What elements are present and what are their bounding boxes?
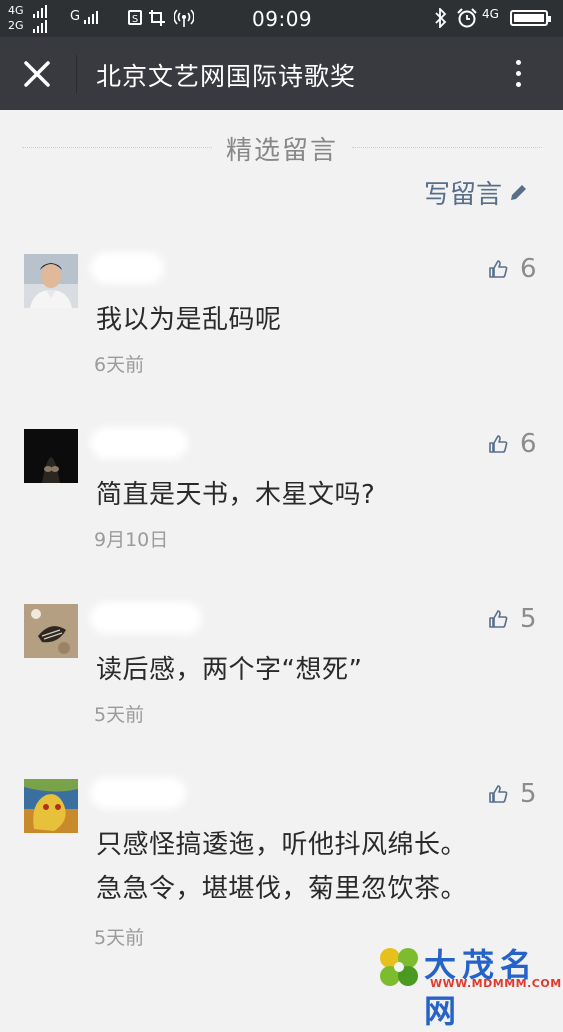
comment-date: 6天前 xyxy=(94,354,145,376)
page-title: 北京文艺网国际诗歌奖 xyxy=(96,62,357,91)
like-button[interactable]: 6 xyxy=(488,429,537,459)
comment-date: 5天前 xyxy=(94,704,145,726)
thumbs-up-icon xyxy=(489,785,508,803)
comment-text: 简直是天书，木星文吗? xyxy=(96,480,376,510)
username-redacted xyxy=(96,606,196,630)
comment-text: 我以为是乱码呢 xyxy=(96,305,282,335)
like-button[interactable]: 6 xyxy=(488,254,537,284)
comment-text: 读后感，两个字“想死” xyxy=(96,655,363,685)
hotspot-icon xyxy=(174,9,194,27)
sim-icon: S xyxy=(128,10,142,25)
like-button[interactable]: 5 xyxy=(488,779,537,809)
like-button[interactable]: 5 xyxy=(488,604,537,634)
close-button[interactable] xyxy=(18,55,56,93)
avatar[interactable] xyxy=(24,779,78,833)
like-count: 5 xyxy=(520,779,537,809)
battery-icon xyxy=(510,10,551,26)
username-redacted xyxy=(96,781,196,805)
watermark-url: WWW.MDMMM.COM xyxy=(430,977,562,990)
pencil-icon xyxy=(511,184,527,200)
title-bar: 北京文艺网国际诗歌奖 xyxy=(0,37,563,110)
signal-icon xyxy=(33,19,47,33)
comment-date: 5天前 xyxy=(94,927,145,949)
clover-logo-icon xyxy=(380,948,418,986)
section-header: 精选留言 xyxy=(22,130,542,167)
section-title: 精选留言 xyxy=(22,130,542,167)
avatar[interactable] xyxy=(24,604,78,658)
title-divider xyxy=(76,55,77,93)
signal-icon xyxy=(84,10,98,24)
more-options-button[interactable] xyxy=(506,57,530,93)
close-icon xyxy=(24,61,50,87)
network-type-label: 4G 2G xyxy=(8,4,24,32)
signal-icon xyxy=(33,4,47,18)
like-count: 5 xyxy=(520,604,537,634)
more-vertical-icon xyxy=(506,60,530,87)
bluetooth-icon xyxy=(435,8,447,28)
comment-text: 只感怪搞逶迤，听他抖风绵长。 急急令，堪堪伐，菊里忽饮茶。 xyxy=(96,830,468,904)
screenshot-icon xyxy=(149,10,165,26)
like-count: 6 xyxy=(520,254,537,284)
avatar[interactable] xyxy=(24,254,78,308)
status-bar: 4G 2G G S 09:09 4G xyxy=(0,0,563,37)
thumbs-up-icon xyxy=(489,610,508,628)
alarm-icon xyxy=(457,8,477,28)
network-type-label: 4G xyxy=(482,7,499,21)
write-comment-label: 写留言 xyxy=(424,180,503,210)
site-watermark: 大茂名网 WWW.MDMMM.COM xyxy=(374,940,562,1030)
carrier-type-label: G xyxy=(70,9,81,24)
thumbs-up-icon xyxy=(489,260,508,278)
write-comment-button[interactable]: 写留言 xyxy=(424,174,528,211)
comment-date: 9月10日 xyxy=(94,529,169,551)
username-redacted xyxy=(96,256,196,280)
username-redacted xyxy=(96,431,196,455)
thumbs-up-icon xyxy=(489,435,508,453)
like-count: 6 xyxy=(520,429,537,459)
avatar[interactable] xyxy=(24,429,78,483)
clock-time: 09:09 xyxy=(252,7,313,31)
